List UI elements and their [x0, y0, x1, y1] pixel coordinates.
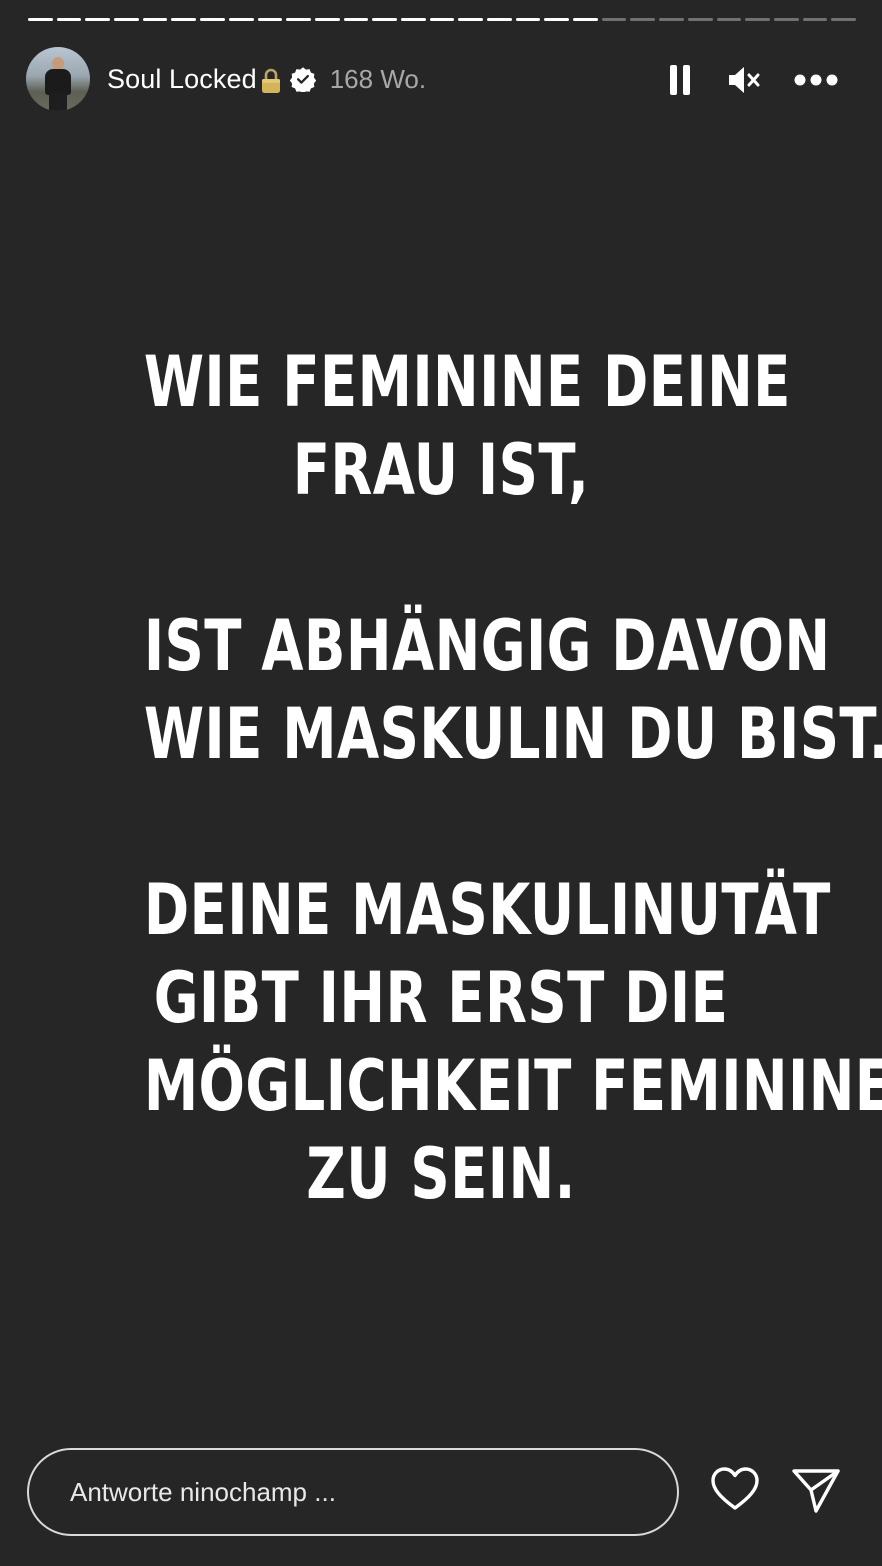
verified-badge-icon	[289, 66, 316, 94]
story-progress-bar	[28, 18, 856, 22]
progress-segment	[85, 18, 111, 21]
story-line: GIBT IHR ERST DIE	[153, 957, 729, 1039]
progress-segment	[314, 18, 340, 21]
story-line: WIE FEMININE DEINE	[143, 341, 791, 423]
progress-segment	[630, 18, 656, 21]
story-line: WIE MASKULIN DU BIST.	[143, 693, 882, 775]
progress-segment	[515, 18, 541, 21]
reply-input[interactable]: Antworte ninochamp ...	[27, 1448, 679, 1536]
progress-segment	[544, 18, 570, 21]
story-line: ZU SEIN.	[306, 1133, 576, 1215]
progress-segment	[343, 18, 369, 21]
lock-icon	[260, 68, 282, 94]
story-text: WIE FEMININE DEINE FRAU IST, IST ABHÄNGI…	[143, 338, 882, 1306]
progress-segment	[286, 18, 311, 21]
progress-segment	[802, 18, 828, 21]
progress-segment	[429, 18, 455, 21]
story-timestamp: 168 Wo.	[329, 63, 427, 94]
story-paragraph: IST ABHÄNGIG DAVON WIE MASKULIN DU BIST.	[143, 602, 882, 778]
mute-icon[interactable]	[722, 58, 766, 102]
username[interactable]: Soul Locked	[107, 64, 257, 95]
heart-icon[interactable]	[710, 1466, 760, 1512]
send-icon[interactable]	[790, 1466, 842, 1514]
story-line: IST ABHÄNGIG DAVON	[143, 605, 831, 687]
progress-segment	[200, 18, 225, 21]
progress-segment	[573, 18, 598, 21]
progress-segment	[831, 18, 856, 21]
avatar[interactable]	[26, 47, 90, 111]
more-icon[interactable]	[790, 58, 842, 102]
pause-icon[interactable]	[660, 58, 700, 102]
progress-segment	[114, 18, 139, 21]
progress-segment	[400, 18, 426, 21]
progress-segment	[745, 18, 770, 21]
progress-segment	[171, 18, 197, 21]
progress-segment	[56, 18, 82, 21]
progress-segment	[487, 18, 512, 21]
reply-placeholder: Antworte ninochamp ...	[70, 1476, 336, 1507]
progress-segment	[458, 18, 483, 21]
progress-segment	[773, 18, 799, 21]
progress-segment	[142, 18, 168, 21]
progress-segment	[372, 18, 397, 21]
story-line: MÖGLICHKEIT FEMININE	[143, 1045, 882, 1127]
progress-segment	[659, 18, 684, 21]
story-paragraph: WIE FEMININE DEINE FRAU IST,	[143, 338, 791, 514]
progress-segment	[687, 18, 713, 21]
progress-segment	[28, 18, 53, 21]
progress-segment	[257, 18, 283, 21]
progress-segment	[716, 18, 742, 21]
progress-segment	[601, 18, 627, 21]
story-line: DEINE MASKULINUTÄT	[143, 869, 831, 951]
story-line: FRAU IST,	[292, 429, 590, 511]
story-paragraph: DEINE MASKULINUTÄT GIBT IHR ERST DIE MÖG…	[143, 866, 882, 1218]
progress-segment	[228, 18, 254, 21]
